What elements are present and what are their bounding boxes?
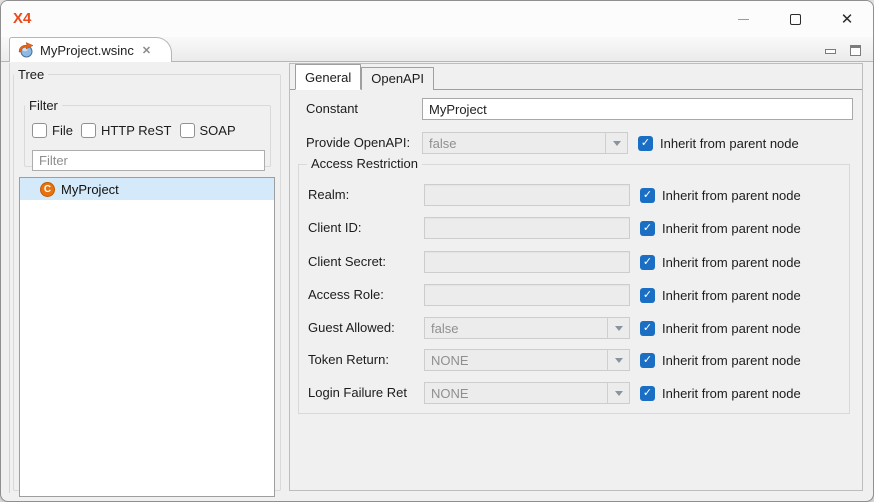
inherit-checkbox-login-failure[interactable]: Inherit from parent node — [640, 382, 801, 404]
guest-allowed-select[interactable]: false — [424, 317, 630, 339]
inherit-checkbox-guest-allowed[interactable]: Inherit from parent node — [640, 317, 801, 339]
provide-openapi-label: Provide OpenAPI: — [306, 132, 410, 154]
checkbox-checked-icon — [640, 353, 655, 368]
checkbox-unchecked-icon — [32, 123, 47, 138]
filter-group: Filter File HTTP ReST SOAP — [24, 98, 271, 167]
checkbox-checked-icon — [640, 288, 655, 303]
editor-area-buttons — [825, 43, 861, 56]
app-window: X4 ✕ MyProject.wsinc Tree Filter — [0, 0, 874, 502]
view-minimize-icon[interactable] — [825, 49, 836, 54]
tab-general[interactable]: General — [295, 64, 361, 90]
close-icon: ✕ — [841, 12, 854, 27]
checkbox-checked-icon — [640, 386, 655, 401]
inherit-checkbox-client-secret[interactable]: Inherit from parent node — [640, 251, 801, 273]
maximize-button[interactable] — [769, 1, 821, 37]
tree-item-label: MyProject — [61, 182, 119, 197]
row-login-failure: Login Failure Ret NONE Inherit from pare… — [299, 382, 849, 404]
minimize-icon — [738, 19, 749, 20]
window-controls: ✕ — [717, 1, 873, 37]
realm-input[interactable] — [424, 184, 630, 206]
provide-openapi-select[interactable]: false — [422, 132, 628, 154]
wsinc-file-icon — [18, 42, 34, 58]
access-restriction-label: Access Restriction — [307, 156, 422, 171]
dropdown-arrow-icon — [607, 350, 629, 370]
constant-node-icon: C — [40, 182, 55, 197]
checkbox-unchecked-icon — [180, 123, 195, 138]
checkbox-checked-icon — [638, 136, 653, 151]
constant-label: Constant — [306, 98, 358, 120]
minimize-button[interactable] — [717, 1, 769, 37]
filter-checkbox-row: File HTTP ReST SOAP — [32, 123, 236, 138]
tab-openapi[interactable]: OpenAPI — [361, 67, 434, 90]
inherit-checkbox-provide-openapi[interactable]: Inherit from parent node — [638, 132, 799, 154]
inherit-checkbox-client-id[interactable]: Inherit from parent node — [640, 217, 801, 239]
checkbox-checked-icon — [640, 221, 655, 236]
client-id-input[interactable] — [424, 217, 630, 239]
constant-input[interactable] — [422, 98, 853, 120]
checkbox-checked-icon — [640, 255, 655, 270]
inherit-checkbox-realm[interactable]: Inherit from parent node — [640, 184, 801, 206]
properties-tab-bar: General OpenAPI — [290, 66, 862, 90]
tree-group: Tree Filter File HTTP ReST SOAP — [13, 67, 281, 491]
project-tree[interactable]: C MyProject — [19, 177, 275, 497]
editor-tab[interactable]: MyProject.wsinc — [9, 37, 172, 62]
checkbox-unchecked-icon — [81, 123, 96, 138]
filter-checkbox-file[interactable]: File — [32, 123, 73, 138]
maximize-icon — [790, 14, 801, 25]
row-constant: Constant — [290, 98, 862, 120]
row-realm: Realm: Inherit from parent node — [299, 184, 849, 206]
access-restriction-group: Access Restriction Realm: Inherit from p… — [298, 164, 850, 414]
token-return-select[interactable]: NONE — [424, 349, 630, 371]
row-guest-allowed: Guest Allowed: false Inherit from parent… — [299, 317, 849, 339]
tree-item-myproject[interactable]: C MyProject — [20, 178, 274, 200]
row-client-secret: Client Secret: Inherit from parent node — [299, 251, 849, 273]
checkbox-checked-icon — [640, 321, 655, 336]
row-provide-openapi: Provide OpenAPI: false Inherit from pare… — [290, 132, 862, 154]
row-access-role: Access Role: Inherit from parent node — [299, 284, 849, 306]
filter-checkbox-http-rest[interactable]: HTTP ReST — [81, 123, 172, 138]
editor-tab-title: MyProject.wsinc — [40, 43, 134, 58]
checkbox-checked-icon — [640, 188, 655, 203]
properties-panel: General OpenAPI Constant Provide OpenAPI… — [289, 63, 863, 491]
client-secret-input[interactable] — [424, 251, 630, 273]
close-button[interactable]: ✕ — [821, 1, 873, 37]
tree-group-label: Tree — [14, 67, 48, 82]
filter-checkbox-soap[interactable]: SOAP — [180, 123, 236, 138]
filter-group-label: Filter — [25, 98, 62, 113]
inherit-checkbox-access-role[interactable]: Inherit from parent node — [640, 284, 801, 306]
access-role-input[interactable] — [424, 284, 630, 306]
x4-logo: X4 — [13, 10, 31, 27]
tab-close-icon[interactable] — [142, 44, 151, 57]
inherit-checkbox-token-return[interactable]: Inherit from parent node — [640, 349, 801, 371]
view-divider — [9, 63, 10, 493]
dropdown-arrow-icon — [607, 383, 629, 403]
title-bar: X4 ✕ — [1, 1, 873, 37]
view-maximize-icon[interactable] — [850, 45, 861, 56]
editor-tab-strip: MyProject.wsinc — [1, 37, 873, 62]
dropdown-arrow-icon — [605, 133, 627, 153]
dropdown-arrow-icon — [607, 318, 629, 338]
row-token-return: Token Return: NONE Inherit from parent n… — [299, 349, 849, 371]
filter-input[interactable] — [32, 150, 265, 171]
login-failure-select[interactable]: NONE — [424, 382, 630, 404]
row-client-id: Client ID: Inherit from parent node — [299, 217, 849, 239]
